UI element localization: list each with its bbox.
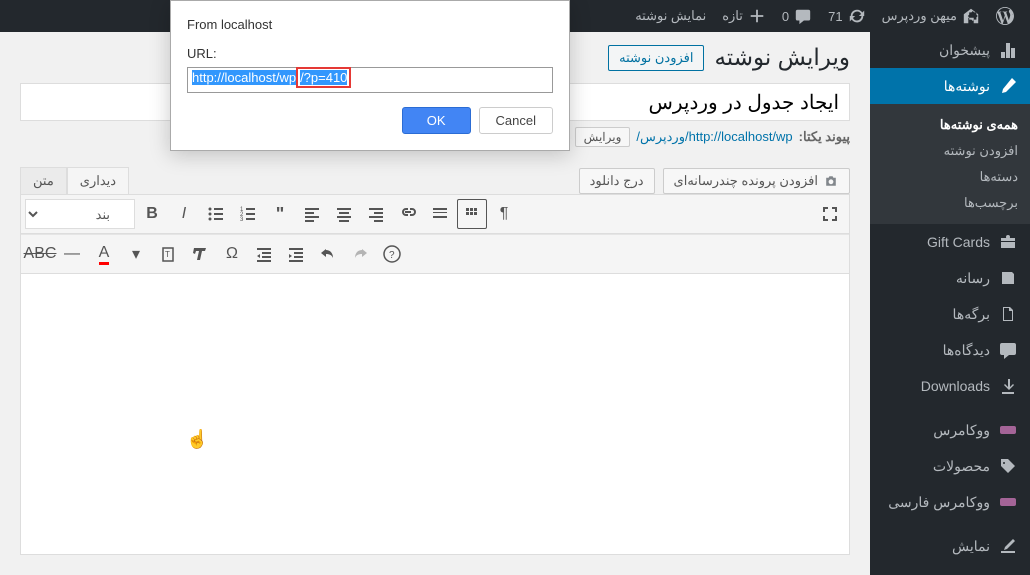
tab-text[interactable]: متن	[20, 167, 67, 194]
paragraph-button[interactable]: ¶	[489, 199, 519, 229]
admin-sidebar: پیشخوان نوشته‌ها همه‌ی نوشته‌ها افزودن ن…	[870, 32, 1030, 575]
view-post-link[interactable]: نمایش نوشته	[627, 0, 714, 32]
sidebar-downloads[interactable]: Downloads	[870, 368, 1030, 404]
updates-count: 71	[828, 9, 842, 24]
paste-text-button[interactable]: T	[153, 239, 183, 269]
editor-canvas[interactable]: ☝	[21, 274, 849, 554]
new-label: تازه	[722, 8, 743, 24]
editor-toolbar-row1: بند B I 123 " ¶	[21, 195, 849, 234]
edit-permalink-button[interactable]: ویرایش	[575, 127, 631, 147]
bold-button[interactable]: B	[137, 199, 167, 229]
permalink-label: پیوند یکتا:	[799, 129, 850, 145]
updates-link[interactable]: 71	[820, 0, 873, 32]
pointer-cursor-icon: ☝	[186, 429, 208, 450]
editor-box: بند B I 123 " ¶ ABC — A ▾ T Ω	[20, 194, 850, 555]
hr-button[interactable]: —	[57, 239, 87, 269]
sidebar-appearance[interactable]: نمایش	[870, 528, 1030, 564]
fullscreen-button[interactable]	[815, 199, 845, 229]
sidebar-gift-cards[interactable]: Gift Cards	[870, 224, 1030, 260]
more-button[interactable]	[425, 199, 455, 229]
svg-text:3: 3	[240, 217, 244, 223]
site-name-link[interactable]: میهن وردپرس	[874, 0, 988, 32]
format-select[interactable]: بند	[25, 199, 135, 229]
sidebar-posts[interactable]: نوشته‌ها	[870, 68, 1030, 104]
new-content-link[interactable]: تازه	[714, 0, 774, 32]
outdent-button[interactable]	[249, 239, 279, 269]
sidebar-pages[interactable]: برگه‌ها	[870, 296, 1030, 332]
sidebar-categories[interactable]: دسته‌ها	[870, 164, 1030, 190]
sidebar-add-post[interactable]: افزودن نوشته	[870, 138, 1030, 164]
italic-button[interactable]: I	[169, 199, 199, 229]
media-buttons-row: افزودن پرونده چندرسانه‌ای درج دانلود دید…	[20, 167, 850, 194]
text-color-dropdown[interactable]: ▾	[121, 239, 151, 269]
url-input[interactable]: http://localhost/wp/?p=410	[187, 67, 553, 93]
svg-text:?: ?	[389, 250, 395, 261]
dialog-title: From localhost	[187, 17, 553, 32]
align-right-button[interactable]	[361, 199, 391, 229]
sidebar-all-posts[interactable]: همه‌ی نوشته‌ها	[870, 112, 1030, 138]
sidebar-dashboard[interactable]: پیشخوان	[870, 32, 1030, 68]
comments-count: 0	[782, 9, 789, 24]
wp-logo[interactable]	[988, 0, 1022, 32]
page-title: ویرایش نوشته	[714, 44, 850, 71]
sidebar-products[interactable]: محصولات	[870, 448, 1030, 484]
sidebar-woocommerce[interactable]: ووکامرس	[870, 412, 1030, 448]
indent-button[interactable]	[281, 239, 311, 269]
clear-format-button[interactable]	[185, 239, 215, 269]
insert-download-button[interactable]: درج دانلود	[579, 168, 655, 194]
ok-button[interactable]: OK	[402, 107, 471, 134]
strikethrough-button[interactable]: ABC	[25, 239, 55, 269]
sidebar-media[interactable]: رسانه	[870, 260, 1030, 296]
align-left-button[interactable]	[297, 199, 327, 229]
cancel-button[interactable]: Cancel	[479, 107, 553, 134]
site-name: میهن وردپرس	[882, 8, 957, 24]
bullet-list-button[interactable]	[201, 199, 231, 229]
sidebar-comments[interactable]: دیدگاه‌ها	[870, 332, 1030, 368]
undo-button[interactable]	[313, 239, 343, 269]
sidebar-woo-fa[interactable]: ووکامرس فارسی	[870, 484, 1030, 520]
comments-link[interactable]: 0	[774, 0, 820, 32]
editor-tabs: دیداری متن	[20, 167, 129, 194]
tab-visual[interactable]: دیداری	[67, 167, 129, 194]
help-button[interactable]: ?	[377, 239, 407, 269]
svg-text:T: T	[165, 250, 170, 259]
numbered-list-button[interactable]: 123	[233, 199, 263, 229]
align-center-button[interactable]	[329, 199, 359, 229]
redo-button[interactable]	[345, 239, 375, 269]
add-media-button[interactable]: افزودن پرونده چندرسانه‌ای	[663, 168, 850, 194]
blockquote-button[interactable]: "	[265, 199, 295, 229]
special-char-button[interactable]: Ω	[217, 239, 247, 269]
link-button[interactable]	[393, 199, 423, 229]
dialog-label: URL:	[187, 46, 553, 61]
sidebar-tags[interactable]: برچسب‌ها	[870, 190, 1030, 216]
text-color-button[interactable]: A	[89, 239, 119, 269]
add-new-button[interactable]: افزودن نوشته	[608, 45, 704, 71]
sidebar-posts-submenu: همه‌ی نوشته‌ها افزودن نوشته دسته‌ها برچس…	[870, 104, 1030, 224]
url-prompt-dialog: From localhost URL: http://localhost/wp/…	[170, 0, 570, 151]
permalink-url[interactable]: http://localhost/wp/وردپرس/	[636, 129, 792, 145]
toolbar-toggle-button[interactable]	[457, 199, 487, 229]
camera-icon	[823, 173, 839, 189]
editor-toolbar-row2: ABC — A ▾ T Ω ?	[21, 234, 849, 274]
